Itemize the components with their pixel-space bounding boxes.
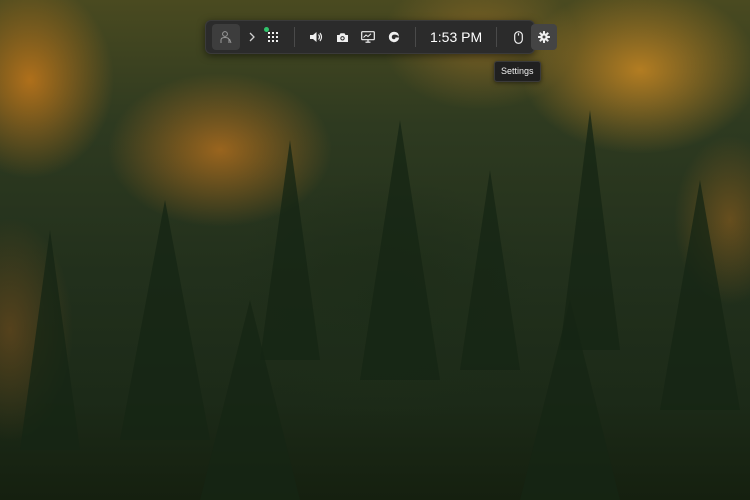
mouse-button[interactable]: [505, 24, 531, 50]
divider: [294, 27, 295, 47]
tree-silhouette: [20, 230, 80, 450]
chevron-right-icon: [248, 32, 256, 42]
volume-button[interactable]: [303, 24, 329, 50]
tree-silhouette: [120, 200, 210, 440]
desktop-wallpaper: 1:53 PM Settings: [0, 0, 750, 500]
user-thumbnail-button[interactable]: [212, 24, 240, 50]
clock-time: 1:53 PM: [430, 29, 483, 45]
settings-button[interactable]: [531, 24, 558, 50]
tree-silhouette: [260, 140, 320, 360]
screenshot-button[interactable]: [329, 24, 355, 50]
mouse-icon: [513, 30, 523, 44]
gear-icon: [538, 31, 551, 43]
tree-silhouette: [560, 110, 620, 350]
settings-tooltip: Settings: [494, 61, 541, 82]
divider: [496, 27, 498, 47]
expand-button[interactable]: [244, 24, 260, 50]
tree-silhouette: [460, 170, 520, 370]
edge-button[interactable]: [381, 24, 407, 50]
divider: [415, 27, 416, 47]
tree-silhouette: [520, 300, 620, 500]
camera-icon: [336, 32, 349, 43]
display-button[interactable]: [355, 24, 381, 50]
edge-icon: [388, 31, 400, 43]
status-dot: [264, 27, 269, 32]
person-icon: [220, 30, 232, 44]
tree-silhouette: [660, 180, 740, 410]
speaker-icon: [309, 31, 323, 43]
app-grid-button[interactable]: [260, 24, 286, 50]
grid-icon: [268, 32, 278, 42]
tree-silhouette: [360, 120, 440, 380]
monitor-icon: [361, 31, 375, 43]
tree-silhouette: [200, 300, 300, 500]
floating-taskbar: 1:53 PM: [205, 20, 558, 54]
